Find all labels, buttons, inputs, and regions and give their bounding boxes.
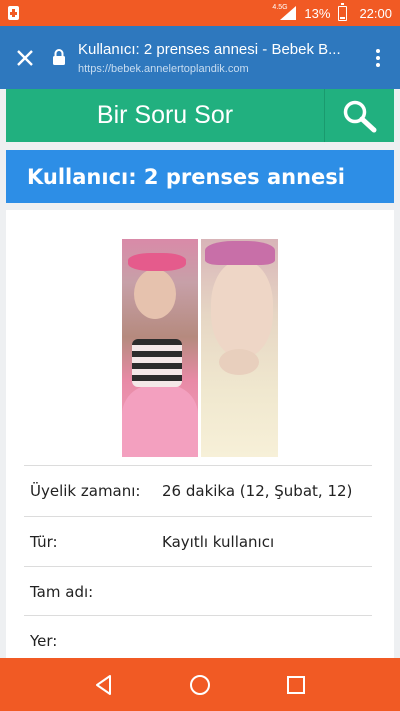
search-button[interactable] — [324, 89, 394, 142]
avatar — [122, 239, 278, 457]
back-button[interactable] — [80, 661, 128, 709]
info-label: Tür: — [30, 532, 58, 551]
system-navigation-bar — [0, 658, 400, 711]
info-label: Yer: — [30, 631, 58, 650]
app-notification-icon — [8, 6, 19, 20]
info-row-type: Tür: Kayıtlı kullanıcı — [24, 516, 372, 566]
page-title: Kullanıcı: 2 prenses annesi - Bebek B... — [78, 40, 341, 58]
info-row-full-name: Tam adı: — [24, 566, 372, 616]
browser-toolbar: Kullanıcı: 2 prenses annesi - Bebek B...… — [0, 26, 400, 89]
clock: 22:00 — [359, 5, 392, 21]
recents-icon — [287, 675, 305, 694]
signal-icon: 4.5G — [272, 4, 298, 21]
overflow-menu-icon[interactable] — [356, 26, 400, 89]
info-label: Tam adı: — [30, 582, 94, 601]
ask-question-button[interactable]: Bir Soru Sor — [6, 89, 324, 142]
avatar-photo-left — [122, 239, 198, 457]
home-icon — [190, 674, 210, 695]
close-button[interactable] — [0, 26, 50, 89]
battery-percent: 13% — [304, 5, 331, 21]
battery-icon — [338, 2, 348, 21]
address-area[interactable]: Kullanıcı: 2 prenses annesi - Bebek B...… — [78, 41, 356, 75]
info-value: 26 dakika (12, Şubat, 12) — [162, 481, 353, 500]
lock-icon — [50, 49, 68, 66]
page-url: https://bebek.annelertoplandik.com — [78, 62, 249, 75]
info-row-membership: Üyelik zamanı: 26 dakika (12, Şubat, 12) — [24, 465, 372, 515]
ask-question-bar: Bir Soru Sor — [6, 89, 394, 142]
back-icon — [96, 674, 111, 695]
avatar-photo-right — [201, 239, 278, 457]
search-icon — [343, 100, 376, 132]
info-value: Kayıtlı kullanıcı — [162, 532, 275, 551]
recents-button[interactable] — [272, 661, 320, 709]
status-bar: 4.5G 13% 22:00 — [0, 0, 400, 26]
close-icon — [17, 49, 33, 66]
page-title-header: Kullanıcı: 2 prenses annesi — [6, 150, 394, 203]
home-button[interactable] — [176, 661, 224, 709]
info-label: Üyelik zamanı: — [30, 481, 141, 500]
profile-card: Üyelik zamanı: 26 dakika (12, Şubat, 12)… — [6, 210, 394, 670]
